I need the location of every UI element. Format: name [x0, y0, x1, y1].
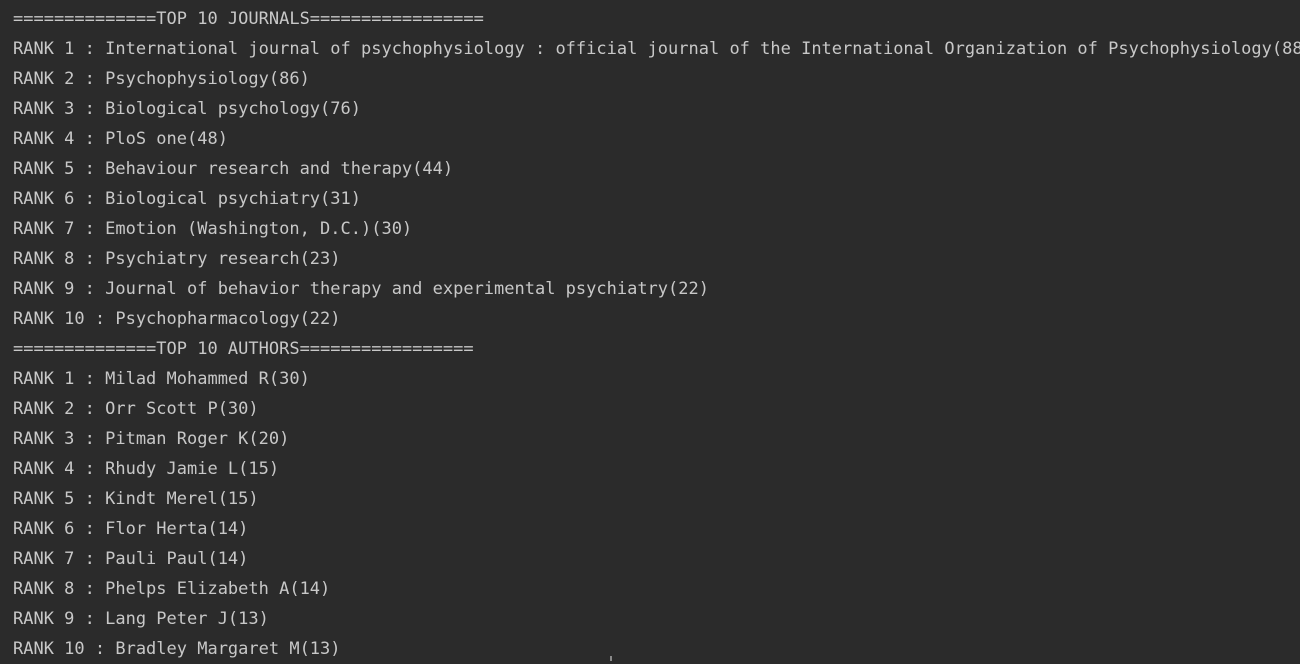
authors-header: ==============TOP 10 AUTHORS============… [13, 339, 474, 359]
console-output: ==============TOP 10 JOURNALS===========… [13, 4, 1300, 664]
journal-rank-line: RANK 2 : Psychophysiology(86) [13, 69, 310, 89]
author-rank-line: RANK 4 : Rhudy Jamie L(15) [13, 459, 280, 479]
journal-rank-line: RANK 1 : International journal of psycho… [13, 39, 1300, 59]
journals-header: ==============TOP 10 JOURNALS===========… [13, 9, 484, 29]
journal-rank-line: RANK 8 : Psychiatry research(23) [13, 249, 341, 269]
author-rank-line: RANK 8 : Phelps Elizabeth A(14) [13, 579, 331, 599]
author-rank-line: RANK 9 : Lang Peter J(13) [13, 609, 269, 629]
journal-rank-line: RANK 7 : Emotion (Washington, D.C.)(30) [13, 219, 413, 239]
author-rank-line: RANK 6 : Flor Herta(14) [13, 519, 249, 539]
author-rank-line: RANK 1 : Milad Mohammed R(30) [13, 369, 310, 389]
journal-rank-line: RANK 4 : PloS one(48) [13, 129, 228, 149]
journal-rank-line: RANK 6 : Biological psychiatry(31) [13, 189, 361, 209]
author-rank-line: RANK 3 : Pitman Roger K(20) [13, 429, 290, 449]
author-rank-line: RANK 10 : Bradley Margaret M(13) [13, 639, 341, 659]
journal-rank-line: RANK 10 : Psychopharmacology(22) [13, 309, 341, 329]
journal-rank-line: RANK 9 : Journal of behavior therapy and… [13, 279, 709, 299]
journal-rank-line: RANK 5 : Behaviour research and therapy(… [13, 159, 454, 179]
author-rank-line: RANK 7 : Pauli Paul(14) [13, 549, 249, 569]
author-rank-line: RANK 2 : Orr Scott P(30) [13, 399, 259, 419]
author-rank-line: RANK 5 : Kindt Merel(15) [13, 489, 259, 509]
text-cursor-mark [610, 656, 612, 661]
console-window: { "console": { "journals_header": "=====… [0, 0, 1300, 661]
journal-rank-line: RANK 3 : Biological psychology(76) [13, 99, 361, 119]
